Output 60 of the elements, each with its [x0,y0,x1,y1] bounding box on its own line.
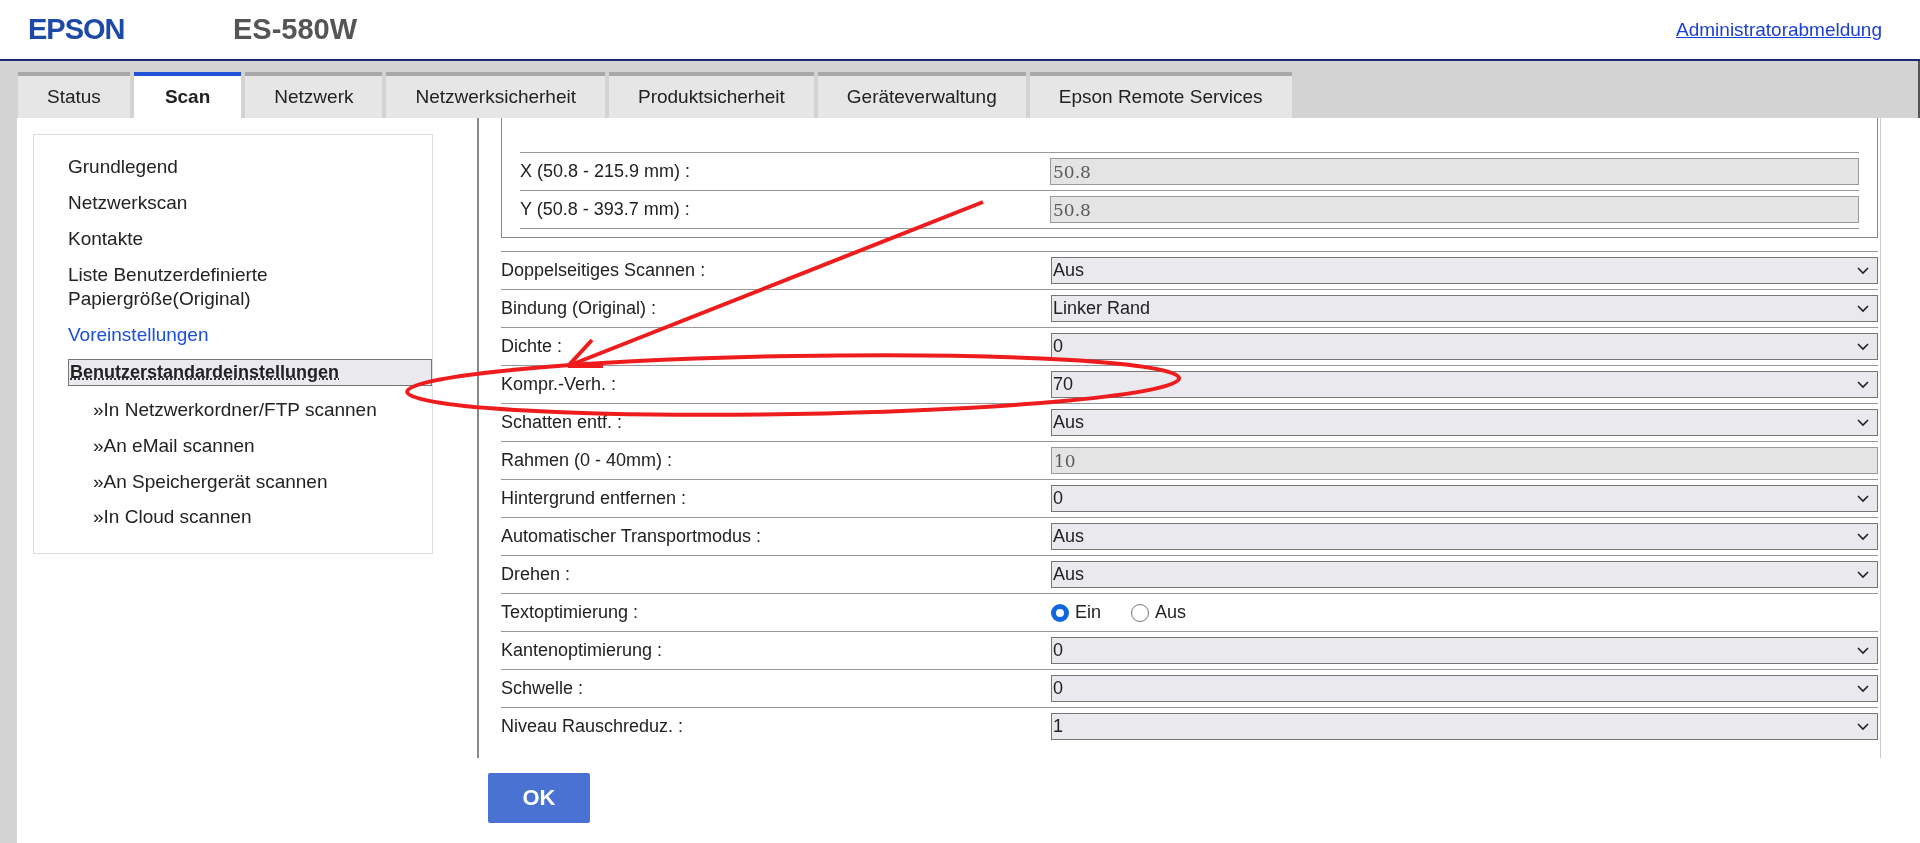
tab[interactable]: Status [18,72,130,118]
select-field[interactable]: 0 [1051,675,1878,702]
chevron-icon [1857,646,1869,655]
field-label: Schwelle : [501,678,584,699]
sidebar-item[interactable]: Voreinstellungen [68,322,432,347]
sidebar-item[interactable]: Kontakte [68,226,432,251]
ok-button[interactable]: OK [488,773,590,823]
tab[interactable]: Geräteverwaltung [817,72,1026,118]
tab[interactable]: Scan [133,72,242,118]
field-label: Kompr.-Verh. : [501,374,617,395]
field-label: Automatischer Transportmodus : [501,526,762,547]
brand-logo: EPSON [28,13,126,46]
select-field[interactable]: Linker Rand [1051,295,1878,322]
tab[interactable]: Produktsicherheit [609,72,814,118]
sidebar-subitem[interactable]: »An Speichergerät scannen [68,469,432,494]
logout-link[interactable]: Administratorabmeldung [1676,18,1882,41]
field-label: X (50.8 - 215.9 mm) : [520,161,691,182]
chevron-icon [1857,380,1869,389]
field-label: Drehen : [501,564,571,585]
chevron-icon [1857,418,1869,427]
field-label: Bindung (Original) : [501,298,657,319]
chevron-icon [1857,532,1869,541]
sidebar-subitem[interactable]: »An eMail scannen [68,433,432,458]
select-field[interactable]: 0 [1051,485,1878,512]
field-label: Rahmen (0 - 40mm) : [501,450,673,471]
field-label: Kantenoptimierung : [501,640,663,661]
chevron-icon [1857,722,1869,731]
tab[interactable]: Netzwerk [245,72,383,118]
chevron-icon [1857,684,1869,693]
select-field[interactable]: Aus [1051,257,1878,284]
field-label: Dichte : [501,336,563,357]
select-field[interactable]: Aus [1051,561,1878,588]
tab[interactable]: Netzwerksicherheit [386,72,605,118]
select-field[interactable]: Aus [1051,523,1878,550]
chevron-icon [1857,266,1869,275]
field-label: Schatten entf. : [501,412,623,433]
model-name: ES-580W [233,13,358,46]
field-label: Textoptimierung : [501,602,639,623]
sidebar-subitem[interactable]: »In Cloud scannen [68,505,432,530]
field-label: Hintergrund entfernen : [501,488,687,509]
sidebar-item[interactable]: Grundlegend [68,155,432,179]
tab[interactable]: Epson Remote Services [1029,72,1292,118]
chevron-icon [1857,342,1869,351]
select-field[interactable]: 1 [1051,713,1878,740]
chevron-icon [1857,494,1869,503]
field-label: Doppelseitiges Scannen : [501,260,706,281]
sidebar-subitem[interactable]: »In Netzwerkordner/FTP scannen [68,397,432,422]
select-field[interactable]: 70 [1051,371,1878,398]
field-label: Niveau Rauschreduz. : [501,716,684,737]
chevron-icon [1857,304,1869,313]
select-field[interactable]: Aus [1051,409,1878,436]
sidebar-item[interactable]: Benutzerstandardeinstellungen [68,358,432,386]
select-field[interactable]: 0 [1051,637,1878,664]
chevron-icon [1857,570,1869,579]
field-label: Y (50.8 - 393.7 mm) : [520,199,690,220]
radio-option[interactable]: Aus [1131,602,1187,623]
sidebar-item[interactable]: Netzwerkscan [68,190,432,215]
radio-option[interactable]: Ein [1051,602,1101,623]
sidebar-item[interactable]: Liste Benutzerdefinierte Papiergröße(Original) [68,262,432,311]
select-field[interactable]: 0 [1051,333,1878,360]
